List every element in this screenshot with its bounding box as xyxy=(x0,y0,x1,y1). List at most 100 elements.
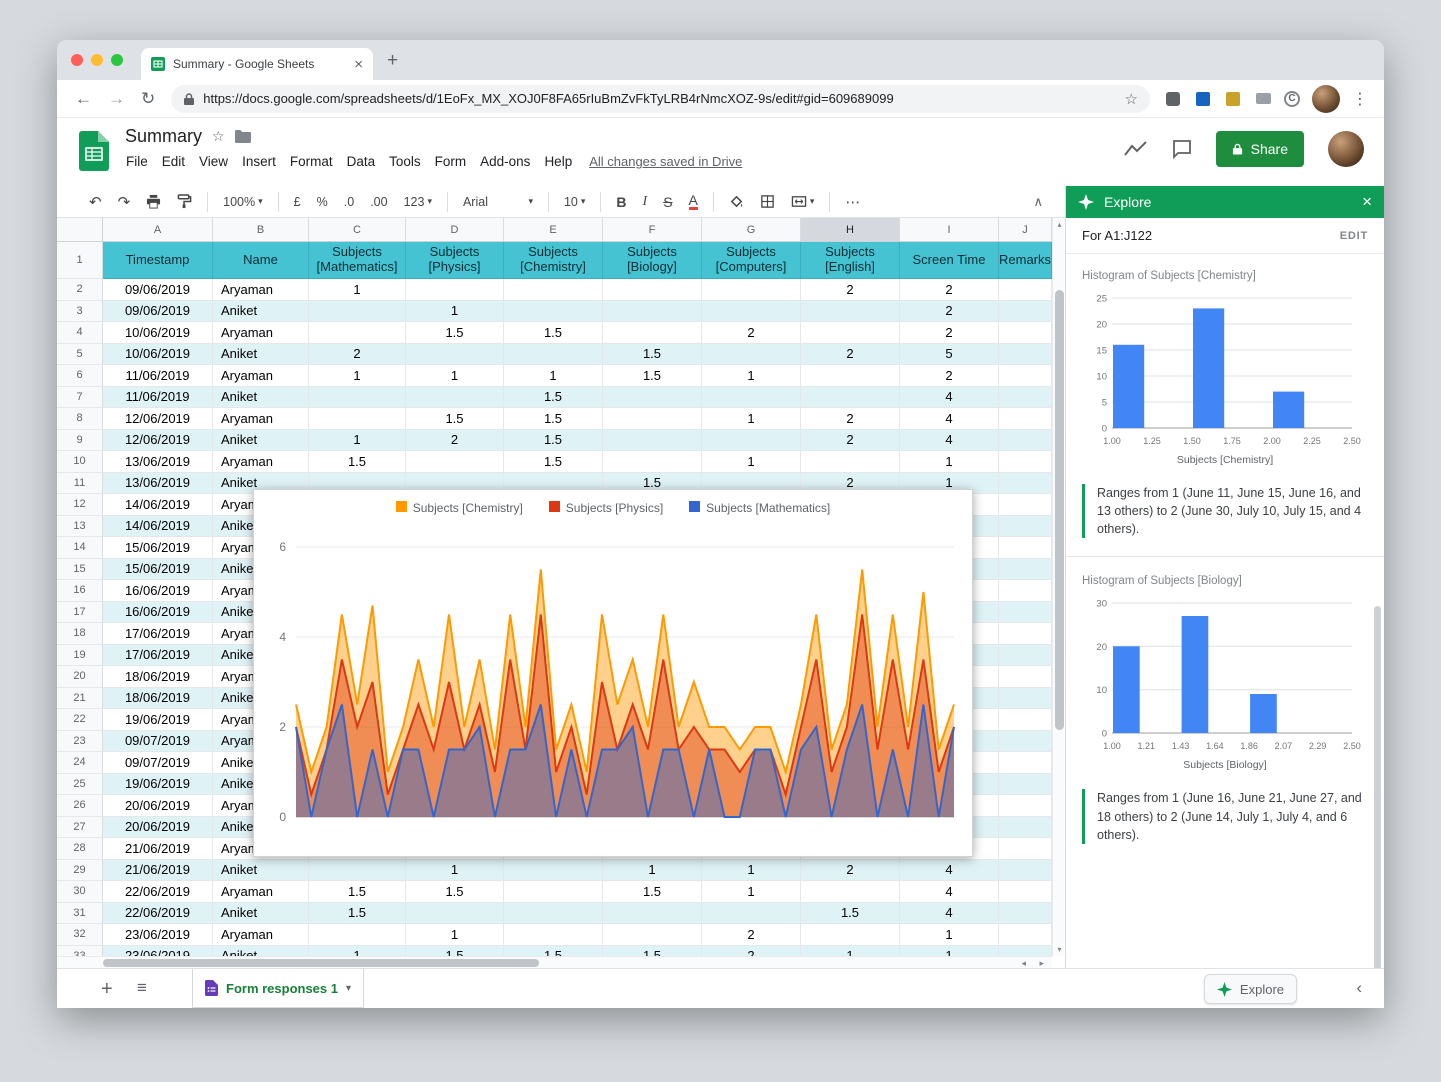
cell-B7[interactable]: Aniket xyxy=(213,387,309,409)
browser-avatar[interactable] xyxy=(1312,85,1340,113)
all-sheets-icon[interactable]: ≡ xyxy=(137,978,147,998)
cell-I30[interactable]: 4 xyxy=(900,881,999,903)
cell-F30[interactable]: 1.5 xyxy=(603,881,702,903)
menu-insert[interactable]: Insert xyxy=(235,154,283,169)
cell-D8[interactable]: 1.5 xyxy=(406,408,504,430)
share-button[interactable]: Share xyxy=(1216,131,1304,167)
hide-panel-icon[interactable]: ‹ xyxy=(1356,978,1362,998)
cell-A19[interactable]: 17/06/2019 xyxy=(103,645,213,667)
cell-J4[interactable] xyxy=(999,322,1052,344)
sheets-logo-icon[interactable] xyxy=(79,131,109,171)
cell-I9[interactable]: 4 xyxy=(900,430,999,452)
cell-B2[interactable]: Aryaman xyxy=(213,279,309,301)
row-header-32[interactable]: 32 xyxy=(57,924,103,946)
extension-icon-1[interactable] xyxy=(1164,90,1182,108)
cell-G30[interactable]: 1 xyxy=(702,881,801,903)
explore-scroll-thumb[interactable] xyxy=(1374,606,1381,996)
cell-J12[interactable] xyxy=(999,494,1052,516)
cell-J5[interactable] xyxy=(999,344,1052,366)
cell-A25[interactable]: 19/06/2019 xyxy=(103,774,213,796)
cell-E32[interactable] xyxy=(504,924,603,946)
cell-F4[interactable] xyxy=(603,322,702,344)
cell-B9[interactable]: Aniket xyxy=(213,430,309,452)
cell-J14[interactable] xyxy=(999,537,1052,559)
row-header-13[interactable]: 13 xyxy=(57,516,103,538)
cell-J9[interactable] xyxy=(999,430,1052,452)
row-header-7[interactable]: 7 xyxy=(57,387,103,409)
header-cell-A1[interactable]: Timestamp xyxy=(103,242,213,279)
cell-A12[interactable]: 14/06/2019 xyxy=(103,494,213,516)
cell-J13[interactable] xyxy=(999,516,1052,538)
cell-E10[interactable]: 1.5 xyxy=(504,451,603,473)
cell-E3[interactable] xyxy=(504,301,603,323)
cell-G10[interactable]: 1 xyxy=(702,451,801,473)
cell-J8[interactable] xyxy=(999,408,1052,430)
cell-H29[interactable]: 2 xyxy=(801,860,900,882)
cell-D2[interactable] xyxy=(406,279,504,301)
cell-I4[interactable]: 2 xyxy=(900,322,999,344)
column-header-I[interactable]: I xyxy=(900,218,999,242)
star-document-icon[interactable]: ☆ xyxy=(212,128,225,145)
cell-H30[interactable] xyxy=(801,881,900,903)
header-cell-D1[interactable]: Subjects [Physics] xyxy=(406,242,504,279)
cell-A7[interactable]: 11/06/2019 xyxy=(103,387,213,409)
scroll-right-icon[interactable]: ▸ xyxy=(1039,957,1044,968)
cell-H4[interactable] xyxy=(801,322,900,344)
cell-C2[interactable]: 1 xyxy=(309,279,406,301)
cell-I29[interactable]: 4 xyxy=(900,860,999,882)
cell-A14[interactable]: 15/06/2019 xyxy=(103,537,213,559)
url-bar[interactable]: https://docs.google.com/spreadsheets/d/1… xyxy=(171,85,1150,113)
cell-D31[interactable] xyxy=(406,903,504,925)
cell-F32[interactable] xyxy=(603,924,702,946)
cell-J20[interactable] xyxy=(999,666,1052,688)
cell-J18[interactable] xyxy=(999,623,1052,645)
row-header-27[interactable]: 27 xyxy=(57,817,103,839)
cell-J31[interactable] xyxy=(999,903,1052,925)
zoom-select[interactable]: 100%▾ xyxy=(215,195,271,209)
header-cell-B1[interactable]: Name xyxy=(213,242,309,279)
cell-J3[interactable] xyxy=(999,301,1052,323)
cell-A11[interactable]: 13/06/2019 xyxy=(103,473,213,495)
row-header-29[interactable]: 29 xyxy=(57,860,103,882)
reload-icon[interactable]: ↻ xyxy=(141,89,155,109)
font-size-select[interactable]: 10▾ xyxy=(556,195,593,209)
cell-H9[interactable]: 2 xyxy=(801,430,900,452)
cell-A16[interactable]: 16/06/2019 xyxy=(103,580,213,602)
cell-J21[interactable] xyxy=(999,688,1052,710)
cell-H6[interactable] xyxy=(801,365,900,387)
cell-H10[interactable] xyxy=(801,451,900,473)
cell-A22[interactable]: 19/06/2019 xyxy=(103,709,213,731)
cell-A29[interactable]: 21/06/2019 xyxy=(103,860,213,882)
cell-B32[interactable]: Aryaman xyxy=(213,924,309,946)
cell-A32[interactable]: 23/06/2019 xyxy=(103,924,213,946)
cell-A18[interactable]: 17/06/2019 xyxy=(103,623,213,645)
cell-J6[interactable] xyxy=(999,365,1052,387)
row-header-12[interactable]: 12 xyxy=(57,494,103,516)
cell-D4[interactable]: 1.5 xyxy=(406,322,504,344)
sheet-tab-form-responses[interactable]: Form responses 1 ▾ xyxy=(192,969,364,1008)
grid-corner[interactable] xyxy=(57,218,103,242)
header-cell-J1[interactable]: Remarks xyxy=(999,242,1052,279)
cell-C7[interactable] xyxy=(309,387,406,409)
cell-J10[interactable] xyxy=(999,451,1052,473)
horizontal-scroll-thumb[interactable] xyxy=(103,959,539,967)
cell-B31[interactable]: Aniket xyxy=(213,903,309,925)
cell-E8[interactable]: 1.5 xyxy=(504,408,603,430)
print-icon[interactable] xyxy=(138,194,169,209)
cell-C6[interactable]: 1 xyxy=(309,365,406,387)
column-header-A[interactable]: A xyxy=(103,218,213,242)
cell-F9[interactable] xyxy=(603,430,702,452)
activity-chart-icon[interactable] xyxy=(1124,140,1148,158)
cell-A21[interactable]: 18/06/2019 xyxy=(103,688,213,710)
cell-C10[interactable]: 1.5 xyxy=(309,451,406,473)
cell-A9[interactable]: 12/06/2019 xyxy=(103,430,213,452)
cell-F10[interactable] xyxy=(603,451,702,473)
row-header-26[interactable]: 26 xyxy=(57,795,103,817)
cell-B29[interactable]: Aniket xyxy=(213,860,309,882)
row-header-24[interactable]: 24 xyxy=(57,752,103,774)
cell-J25[interactable] xyxy=(999,774,1052,796)
row-header-28[interactable]: 28 xyxy=(57,838,103,860)
cell-H32[interactable] xyxy=(801,924,900,946)
fill-color-icon[interactable] xyxy=(721,194,752,209)
bookmark-star-icon[interactable]: ☆ xyxy=(1125,90,1138,108)
